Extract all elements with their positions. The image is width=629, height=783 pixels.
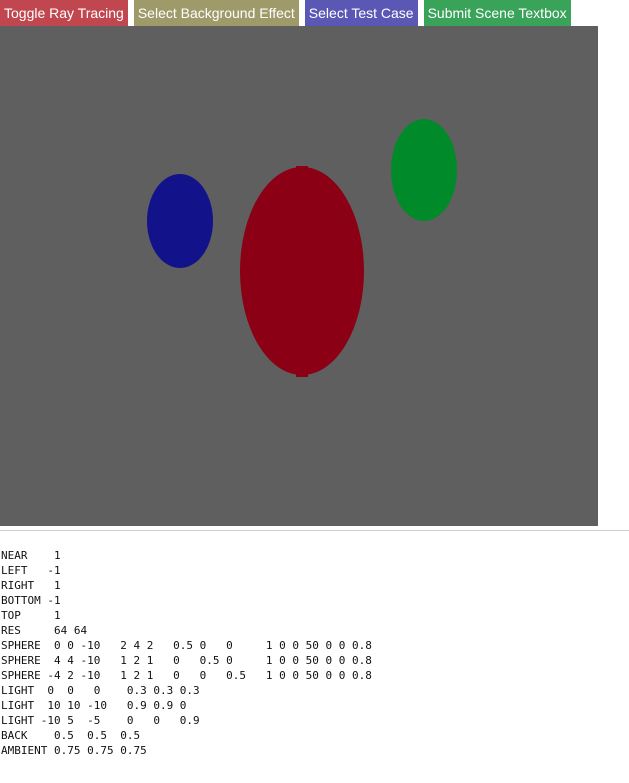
select-test-case-button[interactable]: Select Test Case [304, 0, 418, 26]
scene-textbox[interactable]: NEAR 1 LEFT -1 RIGHT 1 BOTTOM -1 TOP 1 R… [1, 548, 621, 778]
submit-scene-textbox-button[interactable]: Submit Scene Textbox [423, 0, 571, 26]
blue-sphere [147, 174, 213, 268]
select-background-effect-button[interactable]: Select Background Effect [133, 0, 299, 26]
render-canvas [0, 26, 598, 526]
render-svg [0, 26, 598, 526]
toolbar: Toggle Ray Tracing Select Background Eff… [0, 0, 571, 26]
toggle-ray-tracing-button[interactable]: Toggle Ray Tracing [0, 0, 128, 26]
divider [0, 530, 629, 531]
green-sphere [391, 119, 457, 221]
